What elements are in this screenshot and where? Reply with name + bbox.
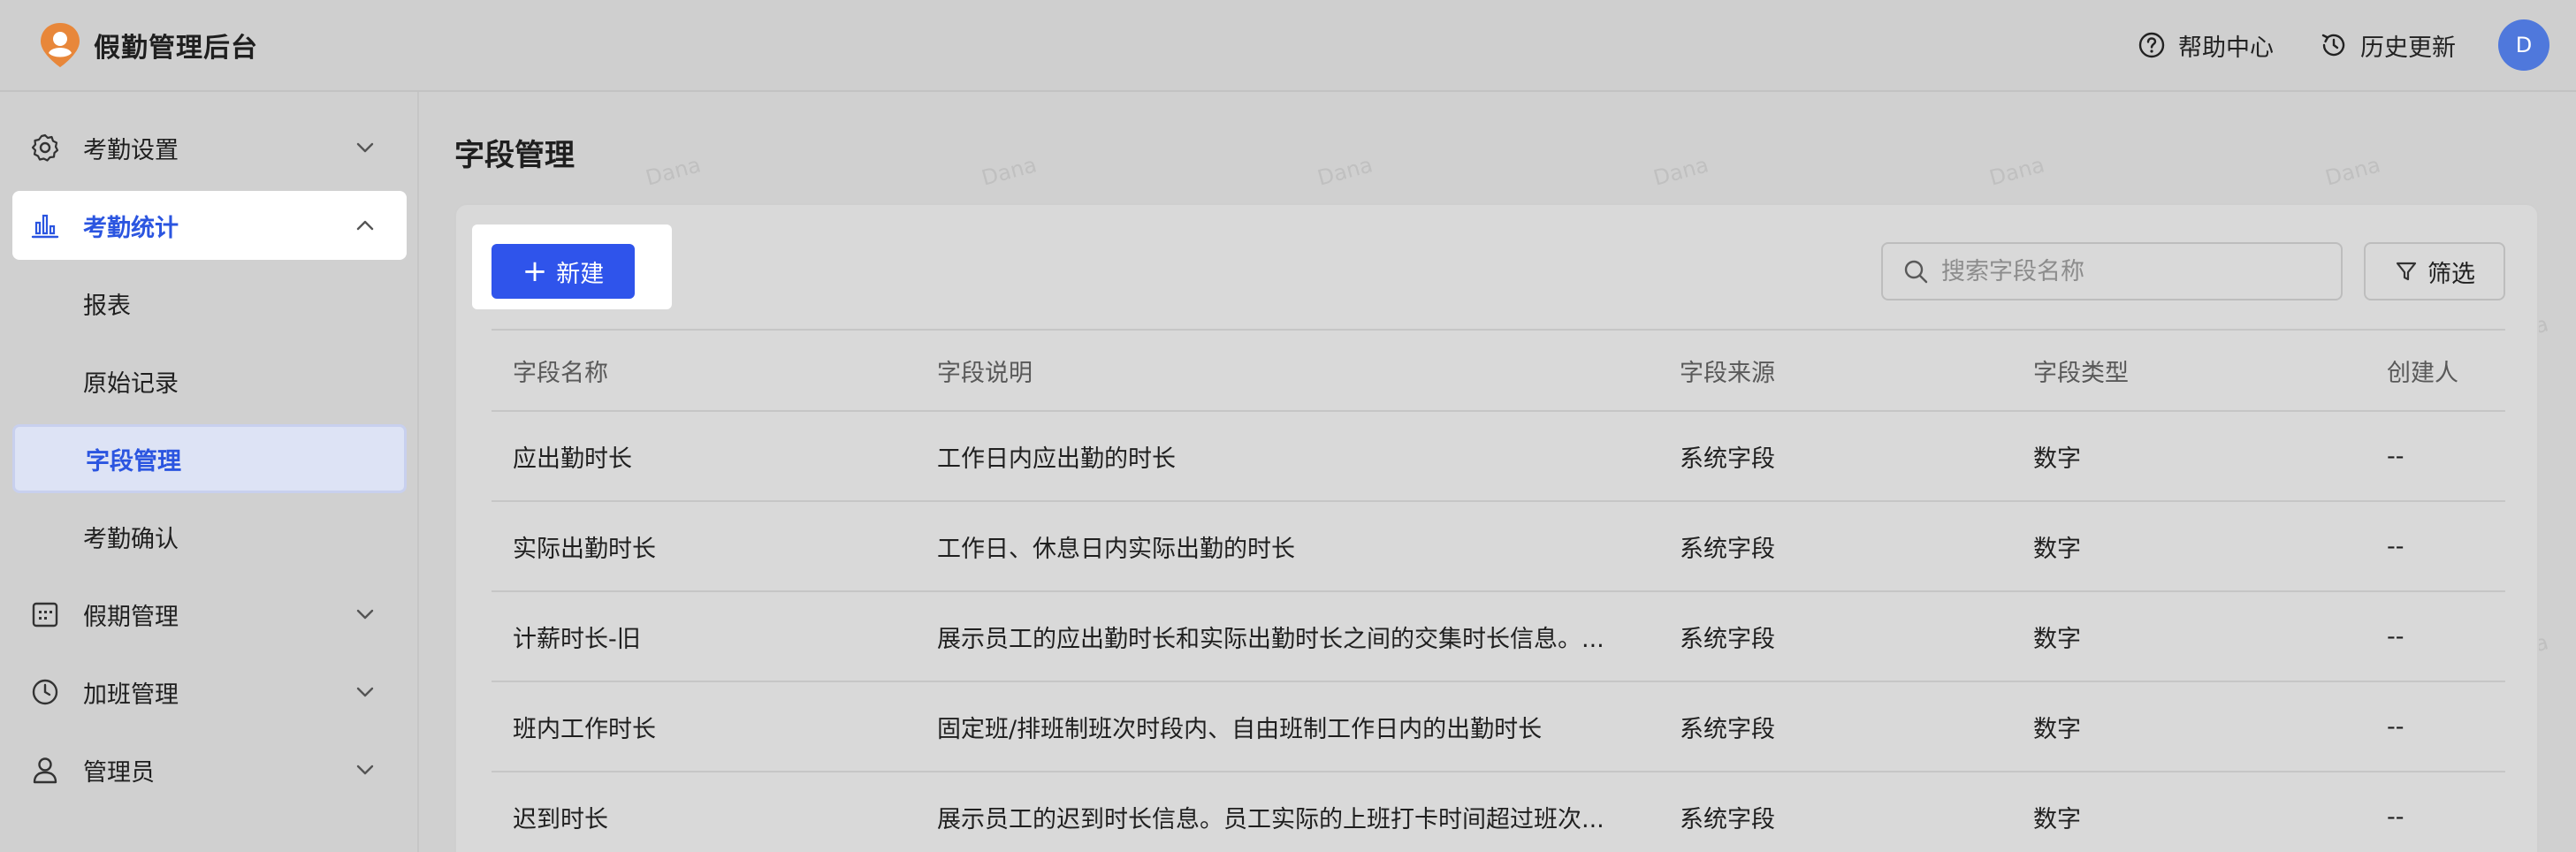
field-name-cell: 应出勤时长 <box>513 445 632 473</box>
column-header-field-description: 字段说明 <box>937 359 1033 387</box>
table-row[interactable]: 班内工作时长 固定班/排班制班次时段内、自由班制工作日内的出勤时长 系统字段 数… <box>492 682 2505 772</box>
sidebar-item-label: 假期管理 <box>83 603 179 631</box>
search-box[interactable] <box>1881 242 2343 300</box>
field-description-cell: 展示员工的迟到时长信息。员工实际的上班打卡时间超过班次... <box>937 805 1604 833</box>
brand[interactable]: 假勤管理后台 <box>39 21 258 69</box>
column-header-field-source: 字段来源 <box>1680 359 1775 387</box>
sidebar-item-attendance-statistics[interactable]: 考勤统计 <box>12 191 407 260</box>
field-description-cell: 工作日内应出勤的时长 <box>937 445 1176 473</box>
help-circle-icon <box>2138 32 2165 58</box>
sidebar-subitem-raw-records[interactable]: 原始记录 <box>12 346 407 415</box>
sidebar: 考勤设置 考勤统计 报表 原始记录 字段管理 考勤确认 假期管理 加班管理 管理… <box>0 92 419 852</box>
field-type-cell: 数字 <box>2033 625 2081 653</box>
table-header: 字段名称 字段说明 字段来源 字段类型 创建人 <box>492 329 2505 412</box>
bar-chart-icon <box>31 214 59 239</box>
history-updates-label: 历史更新 <box>2360 34 2456 62</box>
field-source-cell: 系统字段 <box>1680 625 1775 653</box>
field-source-cell: 系统字段 <box>1680 715 1775 743</box>
sidebar-subitem-reports[interactable]: 报表 <box>12 269 407 338</box>
app-root: DanaDanaDanaDanaDanaDanaDanaDanaDanaDana… <box>0 0 2576 852</box>
new-field-button-label: 新建 <box>556 260 605 288</box>
filter-button[interactable]: 筛选 <box>2364 242 2505 300</box>
app-title: 假勤管理后台 <box>94 33 258 64</box>
field-name-cell: 实际出勤时长 <box>513 535 656 563</box>
field-type-cell: 数字 <box>2033 805 2081 833</box>
creator-cell: -- <box>2387 442 2405 470</box>
table-row[interactable]: 应出勤时长 工作日内应出勤的时长 系统字段 数字 -- <box>492 412 2505 502</box>
field-type-cell: 数字 <box>2033 535 2081 563</box>
search-input[interactable] <box>1941 257 2330 285</box>
chevron-down-icon <box>356 142 374 153</box>
calendar-icon <box>32 602 58 628</box>
user-avatar[interactable]: D <box>2498 19 2549 71</box>
field-description-cell: 固定班/排班制班次时段内、自由班制工作日内的出勤时长 <box>937 715 1543 743</box>
chevron-up-icon <box>356 220 374 231</box>
sidebar-item-attendance-settings[interactable]: 考勤设置 <box>12 113 407 182</box>
chevron-down-icon <box>356 609 374 620</box>
page-title: 字段管理 <box>454 138 575 173</box>
field-name-cell: 班内工作时长 <box>513 715 656 743</box>
fields-table: 字段名称 字段说明 字段来源 字段类型 创建人 应出勤时长 工作日内应出勤的时长… <box>492 329 2505 852</box>
history-icon <box>2321 34 2345 57</box>
sidebar-item-label: 加班管理 <box>83 681 179 709</box>
clock-icon <box>32 679 58 705</box>
header-actions: 帮助中心 历史更新 D <box>2092 19 2549 71</box>
creator-cell: -- <box>2387 712 2405 741</box>
sidebar-subitem-field-management[interactable]: 字段管理 <box>12 424 407 493</box>
table-row[interactable]: 计薪时长-旧 展示员工的应出勤时长和实际出勤时长之间的交集时长信息。... 系统… <box>492 592 2505 682</box>
field-list-card: + 新建 筛选 字段名称 字段说明 字段来源 <box>454 203 2539 852</box>
search-icon <box>1904 260 1928 284</box>
column-header-field-name: 字段名称 <box>513 359 608 387</box>
sidebar-item-label: 考勤统计 <box>83 214 179 242</box>
sidebar-item-label: 管理员 <box>83 758 155 787</box>
sidebar-item-overtime-management[interactable]: 加班管理 <box>12 658 407 726</box>
sidebar-item-leave-management[interactable]: 假期管理 <box>12 580 407 649</box>
creator-cell: -- <box>2387 532 2405 560</box>
help-center-label: 帮助中心 <box>2178 34 2274 62</box>
plus-icon: + <box>522 254 548 289</box>
app-logo-icon <box>41 23 80 67</box>
field-name-cell: 迟到时长 <box>513 805 608 833</box>
chevron-down-icon <box>356 765 374 775</box>
table-row[interactable]: 实际出勤时长 工作日、休息日内实际出勤的时长 系统字段 数字 -- <box>492 502 2505 592</box>
field-description-cell: 展示员工的应出勤时长和实际出勤时长之间的交集时长信息。... <box>937 625 1604 653</box>
sidebar-item-administrators[interactable]: 管理员 <box>12 735 407 804</box>
history-updates-link[interactable]: 历史更新 <box>2320 28 2456 63</box>
main-content: 字段管理 + 新建 筛选 字 <box>421 92 2576 852</box>
creator-cell: -- <box>2387 622 2405 650</box>
creator-cell: -- <box>2387 803 2405 831</box>
chevron-down-icon <box>356 687 374 697</box>
filter-icon <box>2396 262 2417 281</box>
column-header-creator: 创建人 <box>2387 359 2458 387</box>
field-name-cell: 计薪时长-旧 <box>513 625 641 653</box>
filter-button-label: 筛选 <box>2427 260 2475 288</box>
top-header: 假勤管理后台 帮助中心 历史更新 D <box>0 0 2576 92</box>
field-source-cell: 系统字段 <box>1680 445 1775 473</box>
field-source-cell: 系统字段 <box>1680 535 1775 563</box>
column-header-field-type: 字段类型 <box>2033 359 2129 387</box>
field-description-cell: 工作日、休息日内实际出勤的时长 <box>937 535 1295 563</box>
field-type-cell: 数字 <box>2033 445 2081 473</box>
sidebar-subitem-attendance-confirmation[interactable]: 考勤确认 <box>12 502 407 571</box>
field-type-cell: 数字 <box>2033 715 2081 743</box>
sidebar-item-label: 考勤设置 <box>83 136 179 164</box>
gear-icon <box>31 133 59 162</box>
help-center-link[interactable]: 帮助中心 <box>2138 28 2274 63</box>
new-field-button[interactable]: + 新建 <box>492 244 635 299</box>
user-icon <box>33 757 57 784</box>
table-row[interactable]: 迟到时长 展示员工的迟到时长信息。员工实际的上班打卡时间超过班次... 系统字段… <box>492 772 2505 852</box>
field-source-cell: 系统字段 <box>1680 805 1775 833</box>
